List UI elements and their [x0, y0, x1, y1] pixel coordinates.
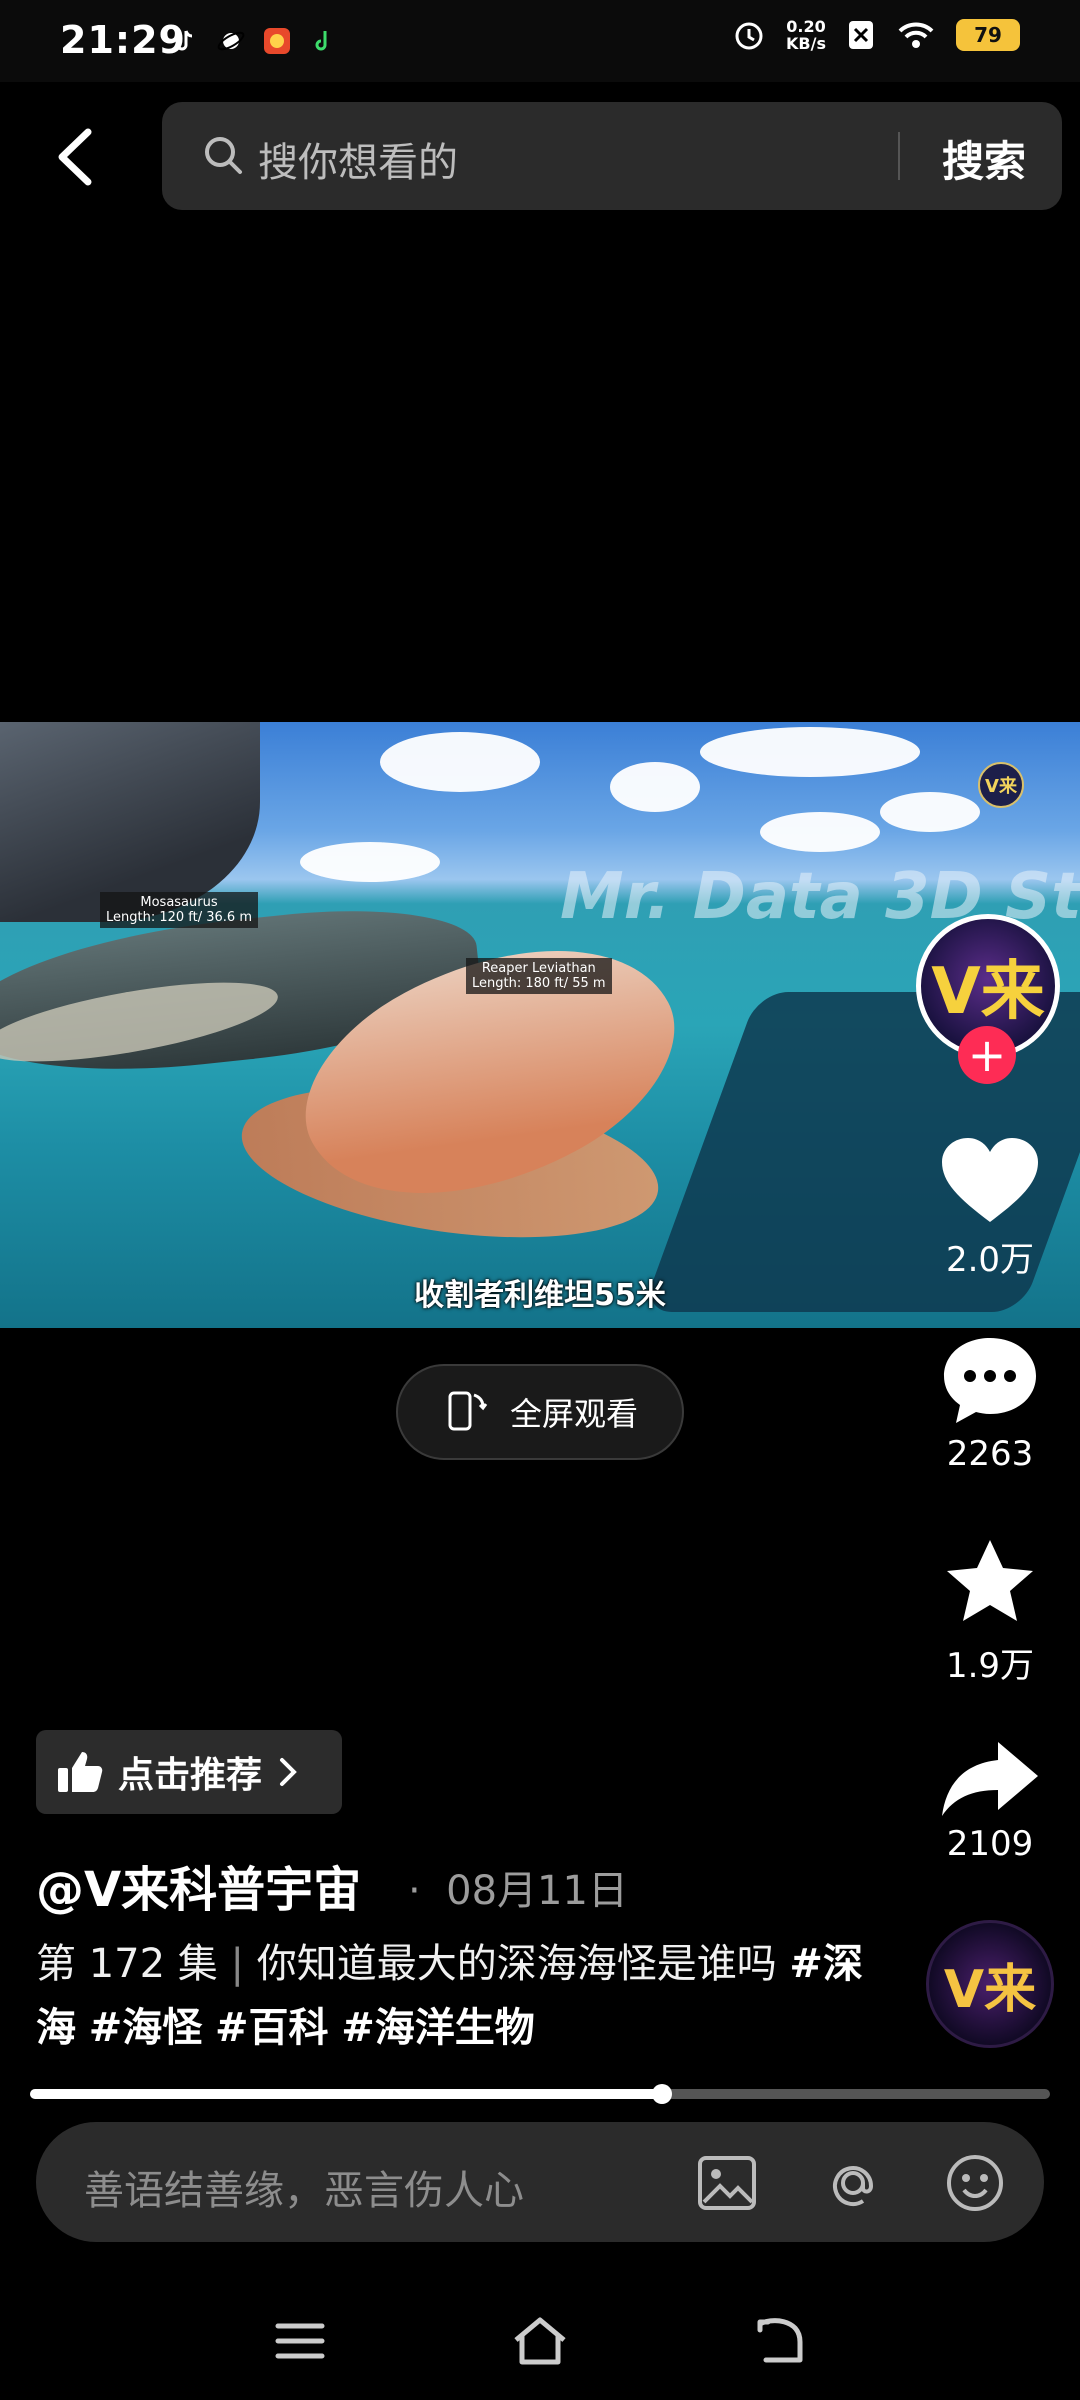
cloud — [700, 727, 920, 777]
favorite-count: 1.9万 — [945, 1646, 1035, 1686]
comment-input[interactable]: 善语结善缘，恶言伤人心 — [36, 2122, 1044, 2242]
tiktok-notification-icon — [176, 30, 193, 51]
thumbs-up-icon — [58, 1752, 103, 1792]
episode-label: 第 172 集 — [36, 1941, 218, 1987]
star-icon — [947, 1540, 1033, 1621]
mosasaurus-tag: Mosasaurus Length: 120 ft/ 36.6 m — [100, 892, 258, 928]
chevron-right-icon — [280, 1758, 297, 1786]
recommend-button[interactable]: 点击推荐 — [36, 1730, 342, 1814]
progress-thumb[interactable] — [652, 2084, 673, 2104]
follow-button[interactable]: + — [958, 1026, 1016, 1084]
reaper-tag-length: Length: 180 ft/ 55 m — [472, 976, 606, 991]
search-placeholder: 搜你想看的 — [258, 140, 458, 186]
image-icon[interactable] — [696, 2152, 758, 2214]
emoji-icon[interactable] — [944, 2152, 1006, 2214]
progress-bar[interactable] — [30, 2084, 1050, 2104]
status-time: 21:29 — [60, 18, 186, 62]
app-notification-icon — [264, 28, 290, 54]
search-input[interactable]: 搜你想看的 搜索 — [162, 102, 1062, 210]
home-icon[interactable] — [512, 2316, 568, 2366]
date-dot: · — [408, 1868, 447, 1914]
menu-icon[interactable] — [272, 2316, 328, 2366]
back-nav-icon[interactable] — [752, 2316, 808, 2366]
cloud — [380, 732, 540, 792]
hashtag[interactable]: #海怪 — [89, 2005, 203, 2051]
like-button[interactable]: 2.0万 — [900, 1136, 1080, 1281]
music-notification-icon — [315, 31, 327, 51]
net-speed-value: 0.20 — [786, 17, 826, 36]
notification-icons — [170, 26, 338, 56]
video-description: 第 172 集 | 你知道最大的深海海怪是谁吗 #深海 #海怪 #百科 #海洋生… — [36, 1932, 866, 2060]
search-button[interactable]: 搜索 — [942, 128, 1026, 189]
reaper-tag: Reaper Leviathan Length: 180 ft/ 55 m — [466, 958, 612, 994]
status-bar: 21:29 0.20 KB/s 79 — [0, 0, 1080, 82]
system-nav-bar — [0, 2280, 1080, 2400]
at-icon[interactable] — [822, 2152, 884, 2214]
episode-separator: | — [230, 1941, 244, 1987]
description-text: 你知道最大的深海海怪是谁吗 — [256, 1941, 777, 1987]
cloud — [300, 842, 440, 882]
author-name[interactable]: @V来科普宇宙 — [36, 1850, 361, 1920]
channel-watermark-logo: V来 — [978, 762, 1024, 808]
wifi-icon — [898, 22, 934, 48]
music-disc[interactable]: V来 — [926, 1920, 1054, 2048]
back-icon[interactable] — [48, 122, 108, 192]
fullscreen-button[interactable]: 全屏观看 — [396, 1364, 684, 1460]
status-right: 0.20 KB/s 79 — [732, 18, 1020, 52]
search-icon — [205, 137, 242, 174]
hashtag[interactable]: #海洋生物 — [341, 2005, 535, 2051]
share-icon — [942, 1742, 1038, 1816]
search-divider — [898, 132, 900, 180]
alarm-icon — [735, 22, 763, 50]
net-speed: 0.20 KB/s — [786, 18, 826, 52]
battery-indicator: 79 — [956, 19, 1020, 51]
fullscreen-label: 全屏观看 — [509, 1395, 638, 1433]
comment-count: 2263 — [946, 1434, 1034, 1474]
mosasaurus-tag-length: Length: 120 ft/ 36.6 m — [106, 910, 252, 925]
comment-button[interactable]: 2263 — [900, 1334, 1080, 1474]
recommend-label: 点击推荐 — [118, 1755, 263, 1796]
like-count: 2.0万 — [945, 1240, 1035, 1280]
hashtag[interactable]: #百科 — [215, 2005, 329, 2051]
post-date: · 08月11日 — [408, 1858, 628, 1916]
cloud — [880, 792, 980, 832]
share-count: 2109 — [946, 1824, 1034, 1864]
comment-placeholder: 善语结善缘，恶言伤人心 — [84, 2168, 524, 2214]
reaper-tag-name: Reaper Leviathan — [481, 961, 596, 976]
favorite-button[interactable]: 1.9万 — [900, 1536, 1080, 1687]
heart-icon — [942, 1138, 1038, 1222]
cloud — [760, 812, 880, 852]
net-speed-unit: KB/s — [786, 34, 826, 53]
rotate-phone-icon — [448, 1391, 488, 1431]
progress-fill — [30, 2089, 663, 2099]
saturn-notification-icon — [217, 31, 245, 51]
mosasaurus-tag-name: Mosasaurus — [140, 895, 218, 910]
date-text: 08月11日 — [446, 1868, 628, 1914]
sim-off-icon — [849, 21, 873, 49]
share-button[interactable]: 2109 — [900, 1738, 1080, 1864]
cloud — [610, 762, 700, 812]
comment-icon — [944, 1338, 1036, 1423]
